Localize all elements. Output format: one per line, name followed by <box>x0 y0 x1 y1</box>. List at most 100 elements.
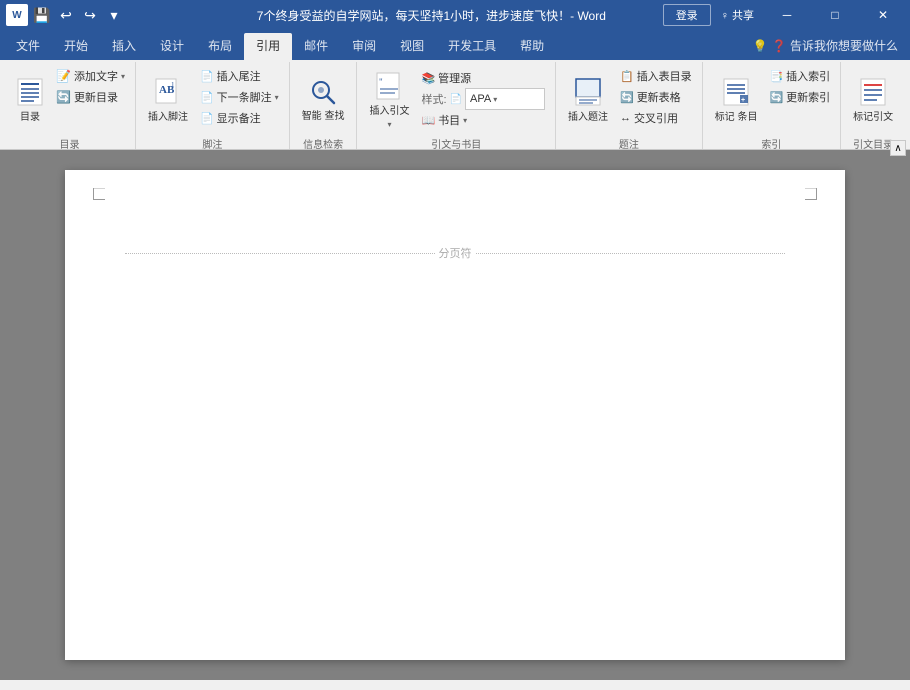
bibliography-label: 书目 <box>438 112 460 128</box>
update-index-button[interactable]: 🔄 更新索引 <box>765 87 834 107</box>
svg-text:1: 1 <box>171 81 175 89</box>
insert-footnote-button[interactable]: AB 1 插入脚注 <box>142 66 194 134</box>
caption-icon <box>574 77 602 110</box>
citations-stack: 📚 管理源 样式: 📄 APA ▾ 📖 书目 ▾ <box>417 66 549 130</box>
smart-search-button[interactable]: 智能 查找 <box>296 66 351 134</box>
citation-icon: " <box>375 71 403 104</box>
add-text-arrow: ▾ <box>121 72 125 81</box>
close-button[interactable]: ✕ <box>860 0 906 30</box>
toc-icon <box>16 77 44 110</box>
tab-layout[interactable]: 布局 <box>196 33 244 60</box>
update-table-button[interactable]: 🔄 更新表格 <box>616 87 696 107</box>
captions-stack: 📋 插入表目录 🔄 更新表格 ↔ 交叉引用 <box>616 66 696 128</box>
update-toc-button[interactable]: 🔄 更新目录 <box>52 87 129 107</box>
group-footnote: AB 1 插入脚注 📄 插入尾注 📄 下一条脚注 ▾ 📄 <box>136 62 290 149</box>
index-stack: 📑 插入索引 🔄 更新索引 <box>765 66 834 107</box>
group-toc-ref: 标记引文 引文目录 <box>841 62 905 149</box>
update-index-label: 更新索引 <box>786 89 830 105</box>
tab-developer[interactable]: 开发工具 <box>436 33 508 60</box>
insert-citation-button[interactable]: " 插入引文 ▾ <box>363 66 415 134</box>
group-search-content: 智能 查找 <box>296 64 351 134</box>
footnote-stack: 📄 插入尾注 📄 下一条脚注 ▾ 📄 显示备注 <box>196 66 283 128</box>
show-notes-icon: 📄 <box>200 112 214 125</box>
page-break-container: 分页符 <box>125 245 785 261</box>
group-citations-content: " 插入引文 ▾ 📚 管理源 样式: 📄 APA <box>363 64 549 134</box>
svg-text:": " <box>379 77 383 87</box>
save-button[interactable]: 💾 <box>32 5 52 25</box>
insert-citation-label: 插入引文 <box>369 106 409 118</box>
title-bar-right: 登录 ♀ 共享 ─ □ ✕ <box>663 0 910 30</box>
customize-qa-button[interactable]: ▾ <box>104 5 124 25</box>
tab-review[interactable]: 审阅 <box>340 33 388 60</box>
tab-home[interactable]: 开始 <box>52 33 100 60</box>
tab-help[interactable]: 帮助 <box>508 33 556 60</box>
toc-ref-icon <box>859 77 887 110</box>
show-notes-button[interactable]: 📄 显示备注 <box>196 108 283 128</box>
redo-button[interactable]: ↪ <box>80 5 100 25</box>
update-index-icon: 🔄 <box>769 91 783 104</box>
insert-toc-button[interactable]: 目录 <box>10 66 50 134</box>
insert-footnote-label: 插入脚注 <box>148 112 188 124</box>
document-page[interactable]: 分页符 <box>65 170 845 660</box>
share-button[interactable]: ♀ 共享 <box>721 7 754 23</box>
style-dropdown[interactable]: APA ▾ <box>465 88 545 110</box>
citation-arrow: ▾ <box>387 120 391 129</box>
window-title: 7个终身受益的自学网站，每天坚持1小时，进步速度飞快！- Word <box>200 7 663 24</box>
word-icon: W <box>6 4 28 26</box>
tab-design[interactable]: 设计 <box>148 33 196 60</box>
undo-button[interactable]: ↩ <box>56 5 76 25</box>
login-button[interactable]: 登录 <box>663 4 711 26</box>
next-footnote-arrow: ▾ <box>275 93 279 102</box>
ribbon-collapse-button[interactable]: ∧ <box>890 140 906 156</box>
insert-table-caption-button[interactable]: 📋 插入表目录 <box>616 66 696 86</box>
style-label: 样式: <box>421 91 446 107</box>
index-icon: + <box>722 77 750 110</box>
tab-view[interactable]: 视图 <box>388 33 436 60</box>
ribbon-content: 目录 📝 添加文字 ▾ 🔄 更新目录 目录 <box>0 60 910 150</box>
mark-entry-button[interactable]: + 标记 条目 <box>709 66 764 134</box>
bibliography-button[interactable]: 📖 书目 ▾ <box>417 110 549 130</box>
insert-index-button[interactable]: 📑 插入索引 <box>765 66 834 86</box>
group-toc: 目录 📝 添加文字 ▾ 🔄 更新目录 目录 <box>4 62 136 149</box>
next-footnote-icon: 📄 <box>200 91 214 104</box>
insert-table-caption-label: 插入表目录 <box>637 68 692 84</box>
tab-insert[interactable]: 插入 <box>100 33 148 60</box>
title-bar: W 💾 ↩ ↪ ▾ 7个终身受益的自学网站，每天坚持1小时，进步速度飞快！- W… <box>0 0 910 30</box>
help-area: 💡 ❓ 告诉我你想要做什么 <box>741 33 910 60</box>
footnote-icon: AB 1 <box>154 77 182 110</box>
bibliography-arrow: ▾ <box>463 116 467 125</box>
style-icon: 📄 <box>450 94 462 105</box>
style-selector[interactable]: 样式: 📄 APA ▾ <box>417 89 549 109</box>
minimize-button[interactable]: ─ <box>764 0 810 30</box>
group-index-content: + 标记 条目 📑 插入索引 🔄 更新索引 <box>709 64 834 134</box>
manage-source-button[interactable]: 📚 管理源 <box>417 68 549 88</box>
tell-me-button[interactable]: 💡 ❓ 告诉我你想要做什么 <box>741 33 910 60</box>
smart-search-icon <box>309 78 337 109</box>
insert-toc-label: 目录 <box>20 112 40 124</box>
ribbon-tabs: 文件 开始 插入 设计 布局 引用 邮件 审阅 视图 开发工具 帮助 💡 ❓ 告… <box>0 30 910 60</box>
mark-entry-label: 标记 条目 <box>715 112 758 124</box>
page-break-text: 分页符 <box>435 245 476 261</box>
insert-caption-label: 插入题注 <box>568 112 608 124</box>
restore-button[interactable]: □ <box>812 0 858 30</box>
tab-mailings[interactable]: 邮件 <box>292 33 340 60</box>
add-text-button[interactable]: 📝 添加文字 ▾ <box>52 66 129 86</box>
page-break-line-left <box>125 253 435 254</box>
page-break-line-right <box>476 253 786 254</box>
tab-file[interactable]: 文件 <box>4 33 52 60</box>
quick-access-toolbar: 💾 ↩ ↪ ▾ <box>32 5 124 25</box>
cross-ref-button[interactable]: ↔ 交叉引用 <box>616 108 696 128</box>
insert-endnote-button[interactable]: 📄 插入尾注 <box>196 66 283 86</box>
tab-references[interactable]: 引用 <box>244 33 292 60</box>
mark-citation-button[interactable]: 标记引文 <box>847 66 899 134</box>
next-footnote-label: 下一条脚注 <box>217 89 272 105</box>
group-toc-ref-content: 标记引文 <box>847 64 899 134</box>
add-text-label: 添加文字 <box>74 68 118 84</box>
insert-caption-button[interactable]: 插入题注 <box>562 66 614 134</box>
manage-source-icon: 📚 <box>421 72 435 85</box>
group-index: + 标记 条目 📑 插入索引 🔄 更新索引 索引 <box>703 62 841 149</box>
toc-stack: 📝 添加文字 ▾ 🔄 更新目录 <box>52 66 129 107</box>
add-text-icon: 📝 <box>56 69 71 83</box>
group-search: 智能 查找 信息检索 <box>290 62 358 149</box>
next-footnote-button[interactable]: 📄 下一条脚注 ▾ <box>196 87 283 107</box>
